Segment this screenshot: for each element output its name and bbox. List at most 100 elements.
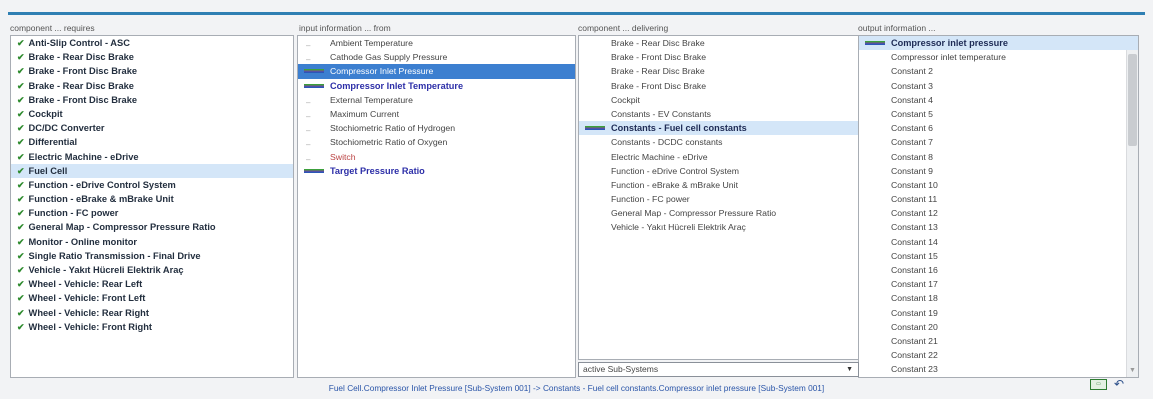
input-information-list[interactable]: – Ambient Temperature – Cathode Gas Supply …	[297, 35, 576, 378]
delivering-item[interactable]: General Map - Compressor Pressure Ratio	[579, 206, 858, 220]
output-item[interactable]: Constant 12	[859, 206, 1138, 220]
delivering-item[interactable]: Function - FC power	[579, 192, 858, 206]
requires-item[interactable]: ✔ Wheel - Vehicle: Front Left	[11, 291, 293, 305]
output-item[interactable]: Constant 17	[859, 277, 1138, 291]
delivering-item[interactable]: Brake - Rear Disc Brake	[579, 64, 858, 78]
requires-item[interactable]: ✔ Wheel - Vehicle: Front Right	[11, 320, 293, 334]
list-item-label: Brake - Rear Disc Brake	[611, 66, 705, 77]
delivering-item[interactable]: Function - eBrake & mBrake Unit	[579, 178, 858, 192]
requires-item[interactable]: ✔ Brake - Rear Disc Brake	[11, 50, 293, 64]
list-item-label: Constants - Fuel cell constants	[611, 123, 747, 134]
requires-item[interactable]: ✔ Wheel - Vehicle: Rear Left	[11, 277, 293, 291]
delivering-item[interactable]: Constants - Fuel cell constants	[579, 121, 858, 136]
check-icon: ✔	[17, 307, 25, 318]
input-item[interactable]: Compressor Inlet Pressure	[298, 64, 575, 79]
input-item[interactable]: – Stochiometric Ratio of Hydrogen	[298, 121, 575, 135]
list-item-label: Brake - Rear Disc Brake	[28, 80, 134, 91]
input-item[interactable]: – Ambient Temperature	[298, 36, 575, 50]
output-item[interactable]: Constant 14	[859, 235, 1138, 249]
input-item[interactable]: – Cathode Gas Supply Pressure	[298, 50, 575, 64]
list-item-label: Maximum Current	[330, 108, 400, 119]
header-component-delivering: component ... delivering	[578, 23, 669, 33]
list-item-label: Constant 4	[891, 94, 934, 105]
output-item[interactable]: Constant 19	[859, 306, 1138, 320]
output-item[interactable]: Constant 6	[859, 121, 1138, 135]
requires-item[interactable]: ✔ Brake - Front Disc Brake	[11, 64, 293, 78]
input-item[interactable]: Target Pressure Ratio	[298, 164, 575, 178]
list-item-label: Compressor Inlet Pressure	[330, 66, 434, 77]
components-delivering-list[interactable]: Brake - Rear Disc Brake Brake - Front Dis…	[578, 35, 859, 360]
requires-item[interactable]: ✔ DC/DC Converter	[11, 121, 293, 135]
input-item[interactable]: – Maximum Current	[298, 107, 575, 121]
requires-item[interactable]: ✔ Single Ratio Transmission - Final Drive	[11, 249, 293, 263]
output-item[interactable]: Compressor inlet temperature	[859, 50, 1138, 64]
list-item-label: Wheel - Vehicle: Front Left	[28, 293, 146, 304]
output-item[interactable]: Constant 4	[859, 93, 1138, 107]
requires-item[interactable]: ✔ General Map - Compressor Pressure Ratio	[11, 220, 293, 234]
list-item-label: Electric Machine - eDrive	[611, 151, 708, 162]
unlinked-marker-icon: –	[306, 111, 311, 121]
list-item-label: Cockpit	[611, 94, 640, 105]
check-icon: ✔	[17, 293, 25, 304]
requires-item[interactable]: ✔ Cockpit	[11, 107, 293, 121]
output-item[interactable]: Constant 11	[859, 192, 1138, 206]
output-item[interactable]: Constant 22	[859, 348, 1138, 362]
output-item[interactable]: Constant 10	[859, 178, 1138, 192]
subsystem-filter-dropdown[interactable]: active Sub-Systems ▼	[578, 362, 859, 377]
requires-item[interactable]: ✔ Anti-Slip Control - ASC	[11, 36, 293, 50]
delivering-item[interactable]: Electric Machine - eDrive	[579, 150, 858, 164]
input-item[interactable]: – External Temperature	[298, 93, 575, 107]
chevron-down-icon[interactable]: ▼	[846, 363, 853, 376]
unlinked-marker-icon: –	[306, 55, 311, 65]
requires-item[interactable]: ✔ Differential	[11, 135, 293, 149]
undo-icon[interactable]: ↶	[1114, 377, 1124, 391]
requires-item[interactable]: ✔ Vehicle - Yakıt Hücreli Elektrik Araç	[11, 263, 293, 277]
output-item[interactable]: Constant 13	[859, 220, 1138, 234]
check-icon: ✔	[17, 236, 25, 247]
delivering-item[interactable]: Cockpit	[579, 93, 858, 107]
output-item[interactable]: Constant 15	[859, 249, 1138, 263]
output-item[interactable]: Constant 24	[859, 377, 1138, 378]
output-item[interactable]: Constant 18	[859, 291, 1138, 305]
output-item[interactable]: Constant 16	[859, 263, 1138, 277]
output-item[interactable]: Constant 23	[859, 362, 1138, 376]
output-item[interactable]: Compressor inlet pressure	[859, 36, 1138, 51]
input-item[interactable]: Compressor Inlet Temperature	[298, 79, 575, 93]
delivering-item[interactable]: Brake - Front Disc Brake	[579, 79, 858, 93]
output-item[interactable]: Constant 3	[859, 79, 1138, 93]
output-item[interactable]: Constant 2	[859, 64, 1138, 78]
requires-item[interactable]: ✔ Function - eBrake & mBrake Unit	[11, 192, 293, 206]
output-item[interactable]: Constant 20	[859, 320, 1138, 334]
list-item-label: General Map - Compressor Pressure Ratio	[28, 222, 216, 233]
output-item[interactable]: Constant 5	[859, 107, 1138, 121]
requires-item[interactable]: ✔ Brake - Front Disc Brake	[11, 93, 293, 107]
input-item[interactable]: – Stochiometric Ratio of Oxygen	[298, 135, 575, 149]
requires-item[interactable]: ✔ Monitor - Online monitor	[11, 235, 293, 249]
requires-item[interactable]: ✔ Wheel - Vehicle: Rear Right	[11, 306, 293, 320]
delivering-item[interactable]: Constants - EV Constants	[579, 107, 858, 121]
input-item[interactable]: – Switch	[298, 150, 575, 164]
delivering-item[interactable]: Vehicle - Yakıt Hücreli Elektrik Araç	[579, 220, 858, 234]
connect-button[interactable]: ▭	[1090, 379, 1107, 390]
list-item-label: Brake - Front Disc Brake	[28, 94, 138, 105]
output-information-list[interactable]: ▲ ▼ Compressor inlet pressureCompressor …	[858, 35, 1139, 378]
list-item-label: Ambient Temperature	[330, 38, 413, 48]
requires-item[interactable]: ✔ Fuel Cell	[11, 163, 293, 178]
list-item-label: Cockpit	[28, 108, 63, 119]
requires-item[interactable]: ✔ Brake - Rear Disc Brake	[11, 79, 293, 93]
output-item[interactable]: Constant 9	[859, 164, 1138, 178]
check-icon: ✔	[17, 222, 25, 233]
components-requires-list[interactable]: ✔ Anti-Slip Control - ASC ✔ Brake - Rear Di…	[10, 35, 294, 378]
delivering-item[interactable]: Constants - DCDC constants	[579, 135, 858, 149]
requires-item[interactable]: ✔ Function - eDrive Control System	[11, 178, 293, 192]
delivering-item[interactable]: Function - eDrive Control System	[579, 164, 858, 178]
output-item[interactable]: Constant 8	[859, 150, 1138, 164]
output-item[interactable]: Constant 7	[859, 135, 1138, 149]
delivering-item[interactable]: Brake - Rear Disc Brake	[579, 36, 858, 50]
requires-item[interactable]: ✔ Electric Machine - eDrive	[11, 150, 293, 164]
delivering-item[interactable]: Brake - Front Disc Brake	[579, 50, 858, 64]
output-item[interactable]: Constant 21	[859, 334, 1138, 348]
list-item-label: Function - eDrive Control System	[611, 165, 739, 176]
list-item-label: Brake - Rear Disc Brake	[611, 38, 705, 48]
requires-item[interactable]: ✔ Function - FC power	[11, 206, 293, 220]
